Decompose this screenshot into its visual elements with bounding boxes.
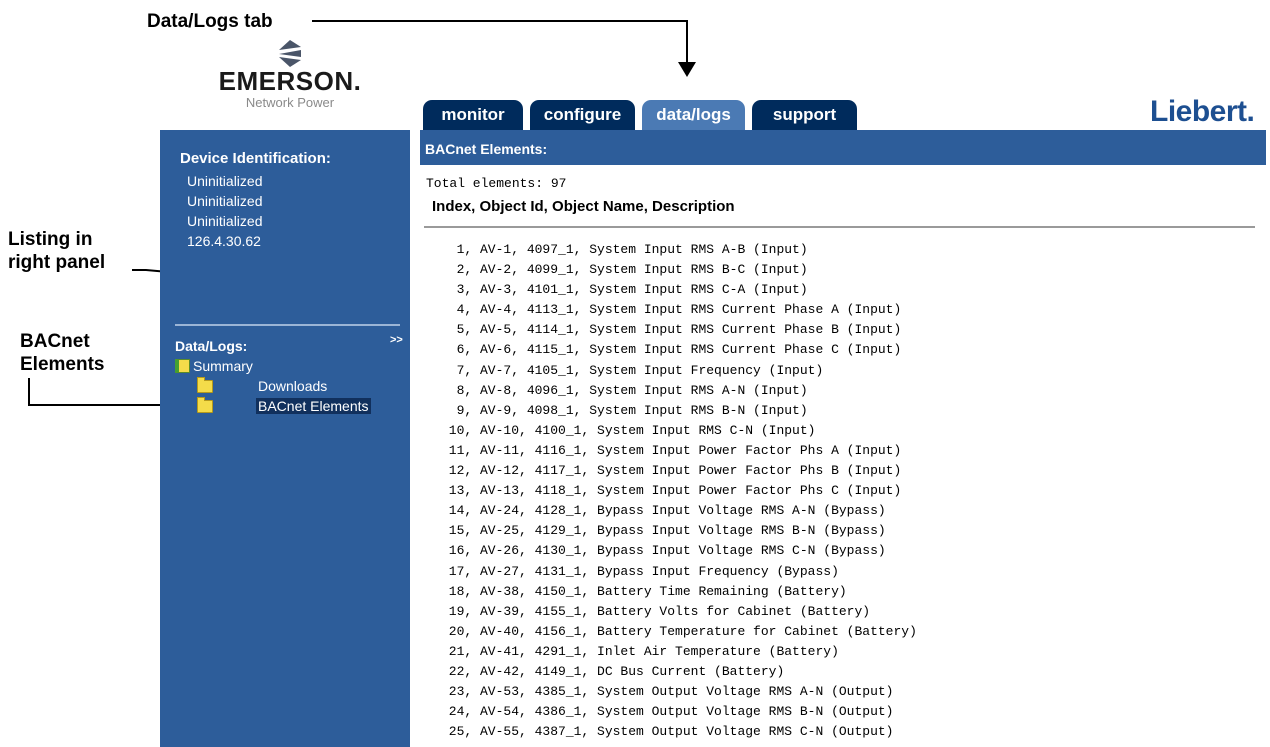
device-ip-address: 126.4.30.62 [187,233,261,249]
list-item: 23, AV-53, 4385_1, System Output Voltage… [441,684,894,700]
callout-listing: Listing in right panel [8,228,105,274]
list-item: 2, AV-2, 4099_1, System Input RMS B-C (I… [441,262,808,278]
sidebar-divider [175,324,400,326]
tree-item-label: BACnet Elements [256,398,371,414]
list-item: 12, AV-12, 4117_1, System Input Power Fa… [441,463,902,479]
tab-support[interactable]: support [752,100,857,130]
folder-icon [197,396,213,413]
list-item: 4, AV-4, 4113_1, System Input RMS Curren… [441,302,902,318]
list-item: 9, AV-9, 4098_1, System Input RMS B-N (I… [441,402,808,418]
callout-bacnet-line1: BACnet [20,331,90,352]
data-logs-title: Data/Logs: [175,338,248,354]
list-item: 10, AV-10, 4100_1, System Input RMS C-N … [441,422,816,438]
tree-item-label: Downloads [258,378,328,394]
list-item: 21, AV-41, 4291_1, Inlet Air Temperature… [441,643,839,659]
sidebar: Device Identification: Uninitialized Uni… [160,130,410,747]
emerson-logo: EMERSON. Network Power [205,38,375,128]
tree-item-downloads[interactable]: Downloads [197,376,328,394]
device-identification-title: Device Identification: [180,150,331,167]
tree-item-label: Summary [193,358,253,374]
list-item: 14, AV-24, 4128_1, Bypass Input Voltage … [441,503,886,519]
column-headers: Index, Object Id, Object Name, Descripti… [432,198,735,215]
list-item: 11, AV-11, 4116_1, System Input Power Fa… [441,442,902,458]
tab-monitor[interactable]: monitor [423,100,523,130]
content-title: BACnet Elements: [425,141,548,157]
content-divider [424,226,1255,228]
tab-data-logs[interactable]: data/logs [642,100,745,130]
emerson-emblem-icon [279,40,301,67]
callout-listing-line1: Listing in [8,229,93,250]
list-item: 5, AV-5, 4114_1, System Input RMS Curren… [441,322,902,338]
callout-listing-line2: right panel [8,252,106,273]
emerson-wordmark: EMERSON. [218,66,362,96]
emerson-subtitle: Network Power [245,95,335,110]
device-id-line: Uninitialized [187,213,263,229]
callout-line [28,404,168,406]
tab-configure[interactable]: configure [530,100,635,130]
summary-icon [175,359,190,373]
callout-line [686,20,688,64]
tree-item-bacnet-elements[interactable]: BACnet Elements [197,396,371,414]
list-item: 19, AV-39, 4155_1, Battery Volts for Cab… [441,603,871,619]
tree-item-summary[interactable]: Summary [175,358,253,374]
list-item: 6, AV-6, 4115_1, System Input RMS Curren… [441,342,902,358]
callout-arrowhead [678,62,696,77]
bacnet-element-list: 1, AV-1, 4097_1, System Input RMS A-B (I… [441,240,917,742]
list-item: 17, AV-27, 4131_1, Bypass Input Frequenc… [441,563,839,579]
callout-bacnet: BACnet Elements [20,330,104,376]
list-item: 15, AV-25, 4129_1, Bypass Input Voltage … [441,523,886,539]
content-header: BACnet Elements: [420,130,1266,165]
device-id-line: Uninitialized [187,173,263,189]
list-item: 8, AV-8, 4096_1, System Input RMS A-N (I… [441,382,808,398]
list-item: 3, AV-3, 4101_1, System Input RMS C-A (I… [441,282,808,298]
device-id-line: Uninitialized [187,193,263,209]
list-item: 16, AV-26, 4130_1, Bypass Input Voltage … [441,543,886,559]
list-item: 18, AV-38, 4150_1, Battery Time Remainin… [441,583,847,599]
callout-line [312,20,688,22]
expand-sidebar-button[interactable]: >> [390,334,403,346]
callout-line [28,378,30,406]
list-item: 20, AV-40, 4156_1, Battery Temperature f… [441,623,917,639]
callout-bacnet-line2: Elements [20,354,105,375]
list-item: 25, AV-55, 4387_1, System Output Voltage… [441,724,894,740]
list-item: 24, AV-54, 4386_1, System Output Voltage… [441,704,894,720]
list-item: 1, AV-1, 4097_1, System Input RMS A-B (I… [441,242,808,257]
list-item: 7, AV-7, 4105_1, System Input Frequency … [441,362,824,378]
list-item: 22, AV-42, 4149_1, DC Bus Current (Batte… [441,663,785,679]
list-item: 13, AV-13, 4118_1, System Input Power Fa… [441,483,902,499]
total-elements: Total elements: 97 [426,176,567,191]
callout-data-logs-tab: Data/Logs tab [147,11,273,32]
folder-icon [197,376,213,393]
liebert-logo: Liebert. [1150,95,1255,128]
